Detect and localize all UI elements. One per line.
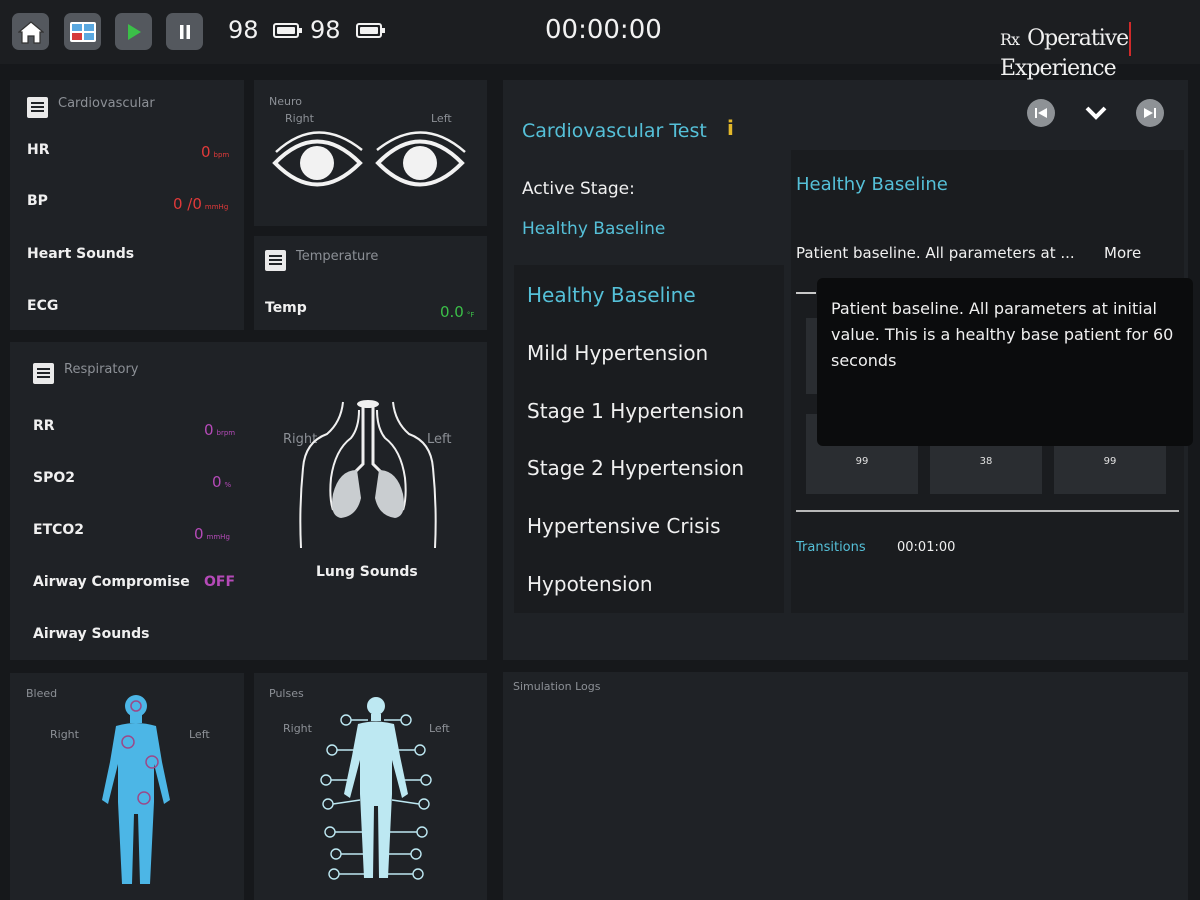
right-label: Right: [50, 728, 79, 741]
menu-icon[interactable]: [265, 250, 286, 271]
more-link[interactable]: More: [1104, 244, 1141, 262]
temp-value[interactable]: 0.0 °F: [440, 303, 474, 321]
skip-back-icon: [1035, 108, 1047, 118]
skip-forward-icon: [1144, 108, 1156, 118]
panel-title: Bleed: [26, 687, 58, 700]
temp-label: Temp: [265, 300, 307, 316]
brand-rx: Rx: [1000, 30, 1020, 49]
active-stage-label: Active Stage:: [522, 179, 635, 199]
battery-icon: [273, 23, 302, 38]
right-label: Right: [285, 112, 314, 125]
top-bar: 98 98 00:00:00 Rx Operative Experience: [0, 0, 1200, 81]
hr-number: 0: [201, 143, 211, 161]
divider: [796, 292, 816, 294]
collapse-button[interactable]: [1083, 100, 1109, 126]
menu-icon[interactable]: [33, 363, 54, 384]
home-button[interactable]: [12, 13, 49, 50]
detail-description: Patient baseline. All parameters at ...: [796, 244, 1075, 262]
lungs-icon[interactable]: [295, 398, 441, 550]
simulation-logs-panel[interactable]: [503, 672, 1188, 900]
panel-title: Simulation Logs: [513, 680, 601, 693]
right-label: Right: [283, 722, 312, 735]
airway-sounds-label[interactable]: Airway Sounds: [33, 626, 149, 642]
etco2-number: 0: [194, 525, 204, 543]
left-label: Left: [189, 728, 210, 741]
bp-unit: mmHg: [204, 203, 229, 211]
detail-title: Healthy Baseline: [796, 174, 948, 195]
panel-title: Temperature: [296, 249, 379, 264]
etco2-unit: mmHg: [206, 533, 230, 541]
bp-number: 0 /0: [173, 195, 202, 213]
status-value-1: 98: [228, 16, 259, 44]
description-tooltip: Patient baseline. All parameters at init…: [817, 278, 1193, 446]
stage-item[interactable]: Healthy Baseline: [527, 283, 696, 307]
pause-icon: [179, 24, 190, 39]
brand-divider: [1129, 22, 1132, 56]
stage-item[interactable]: Hypotension: [527, 572, 653, 596]
stage-item[interactable]: Mild Hypertension: [527, 341, 708, 365]
stage-item[interactable]: Stage 1 Hypertension: [527, 399, 744, 423]
session-timer: 00:00:00: [545, 15, 662, 45]
previous-stage-button[interactable]: [1027, 99, 1055, 127]
test-title: Cardiovascular Test: [522, 120, 707, 142]
panel-title: Neuro: [269, 95, 302, 108]
panel-title: Cardiovascular: [58, 96, 155, 111]
rr-label: RR: [33, 418, 55, 434]
temp-unit: °F: [466, 311, 475, 319]
battery-icon: [356, 23, 385, 38]
rr-value[interactable]: 0 brpm: [204, 421, 235, 439]
left-label: Left: [431, 112, 452, 125]
hr-label: HR: [27, 142, 50, 158]
ecg-label[interactable]: ECG: [27, 298, 58, 314]
home-icon: [17, 20, 44, 44]
transitions-value: 00:01:00: [897, 540, 956, 555]
rr-number: 0: [204, 421, 214, 439]
pulse-body-figure-icon[interactable]: [316, 694, 436, 884]
next-stage-button[interactable]: [1136, 99, 1164, 127]
spo2-value[interactable]: 0%: [212, 473, 231, 491]
lung-sounds-label[interactable]: Lung Sounds: [316, 564, 418, 580]
menu-icon[interactable]: [27, 97, 48, 118]
airway-compromise-toggle[interactable]: OFF: [204, 574, 235, 590]
airway-compromise-label: Airway Compromise: [33, 574, 190, 590]
layout-icon: [69, 21, 96, 42]
info-icon[interactable]: i: [727, 116, 734, 140]
stage-item[interactable]: Stage 2 Hypertension: [527, 456, 744, 480]
heart-sounds-label[interactable]: Heart Sounds: [27, 246, 134, 262]
spo2-unit: %: [224, 481, 232, 489]
chevron-down-icon: [1085, 106, 1107, 120]
hr-value[interactable]: 0 bpm: [201, 143, 229, 161]
transitions-label: Transitions: [796, 540, 866, 555]
bp-value[interactable]: 0 /0 mmHg: [173, 195, 228, 213]
spo2-label: SPO2: [33, 470, 75, 486]
divider: [796, 510, 1179, 512]
etco2-label: ETCO2: [33, 522, 85, 538]
play-icon: [127, 23, 141, 40]
hr-unit: bpm: [213, 151, 230, 159]
spo2-number: 0: [212, 473, 222, 491]
active-stage-value: Healthy Baseline: [522, 219, 666, 239]
brand-logo: Rx Operative Experience: [1000, 22, 1200, 81]
pause-button[interactable]: [166, 13, 203, 50]
status-value-2: 98: [310, 16, 341, 44]
stage-item[interactable]: Hypertensive Crisis: [527, 514, 721, 538]
body-figure-icon[interactable]: [96, 692, 176, 888]
rr-unit: brpm: [216, 429, 236, 437]
brand-word-2: Experience: [1000, 56, 1117, 81]
layout-button[interactable]: [64, 13, 101, 50]
etco2-value[interactable]: 0 mmHg: [194, 525, 230, 543]
play-button[interactable]: [115, 13, 152, 50]
eyes-icon[interactable]: [272, 128, 472, 198]
panel-title: Pulses: [269, 687, 304, 700]
brand-word-1: Operative: [1027, 26, 1129, 51]
temp-number: 0.0: [440, 303, 464, 321]
stage-list: [514, 265, 784, 613]
panel-title: Respiratory: [64, 362, 139, 377]
bp-label: BP: [27, 193, 48, 209]
